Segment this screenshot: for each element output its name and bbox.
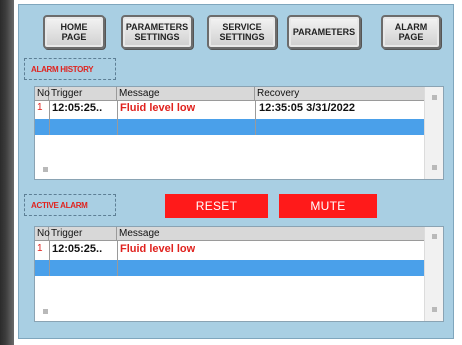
scroll-down-icon[interactable] <box>432 307 437 312</box>
alarm-page-button[interactable]: ALARM PAGE <box>381 15 441 49</box>
alarm-page-label-1: ALARM <box>394 22 428 32</box>
row-no: 1 <box>37 243 43 254</box>
window-left-border <box>0 0 14 345</box>
row-trigger: 12:05:25.. <box>52 243 103 255</box>
selected-row[interactable] <box>35 119 427 135</box>
service-settings-button[interactable]: SERVICE SETTINGS <box>207 15 277 49</box>
parameters-label: PARAMETERS <box>292 27 356 37</box>
row-recovery: 12:35:05 3/31/2022 <box>259 102 356 114</box>
mute-button[interactable]: MUTE <box>279 194 377 218</box>
active-alarm-header: No Trigger Message <box>35 227 427 241</box>
column-divider <box>49 240 50 276</box>
parameters-button[interactable]: PARAMETERS <box>287 15 361 49</box>
home-page-button[interactable]: HOME PAGE <box>43 15 105 49</box>
active-alarm-label: ACTIVE ALARM <box>24 194 116 216</box>
column-divider <box>117 240 118 276</box>
column-header-message: Message <box>117 87 255 100</box>
column-divider <box>255 100 256 135</box>
row-message: Fluid level low <box>120 102 196 114</box>
scroll-left-icon[interactable] <box>43 309 48 314</box>
alarm-history-header: No Trigger Message Recovery <box>35 87 427 101</box>
scroll-up-icon[interactable] <box>432 95 437 100</box>
column-header-message: Message <box>119 228 160 239</box>
column-header-no: No <box>37 87 50 100</box>
alarm-history-label: ALARM HISTORY <box>24 58 116 80</box>
service-settings-label-2: SETTINGS <box>219 32 265 42</box>
column-divider <box>49 100 50 135</box>
alarm-page-label-2: PAGE <box>398 32 424 42</box>
column-divider <box>117 100 118 135</box>
selected-row[interactable] <box>35 260 427 276</box>
column-header-recovery: Recovery <box>255 87 427 100</box>
row-message: Fluid level low <box>120 243 196 255</box>
reset-button[interactable]: RESET <box>165 194 268 218</box>
alarm-history-table[interactable]: No Trigger Message Recovery 1 12:05:25..… <box>34 86 444 180</box>
vertical-scrollbar[interactable] <box>424 87 443 179</box>
parameters-settings-button[interactable]: PARAMETERS SETTINGS <box>121 15 193 49</box>
scroll-down-icon[interactable] <box>432 165 437 170</box>
home-page-label-2: PAGE <box>61 32 87 42</box>
column-header-trigger: Trigger <box>49 87 117 100</box>
service-settings-label-1: SERVICE <box>222 22 262 32</box>
column-header-no: No <box>37 227 50 240</box>
table-row[interactable]: 1 12:05:25.. Fluid level low 12:35:05 3/… <box>35 101 427 115</box>
row-no: 1 <box>37 102 43 113</box>
row-trigger: 12:05:25.. <box>52 102 103 114</box>
active-alarm-table[interactable]: No Trigger Message 1 12:05:25.. Fluid le… <box>34 226 444 322</box>
parameters-settings-label-2: SETTINGS <box>134 32 180 42</box>
scroll-up-icon[interactable] <box>432 234 437 239</box>
scroll-left-icon[interactable] <box>43 167 48 172</box>
vertical-scrollbar[interactable] <box>424 227 443 321</box>
table-row[interactable]: 1 12:05:25.. Fluid level low <box>35 242 427 256</box>
home-page-label-1: HOME <box>60 22 88 32</box>
parameters-settings-label-1: PARAMETERS <box>125 22 189 32</box>
column-header-trigger: Trigger <box>49 227 117 240</box>
